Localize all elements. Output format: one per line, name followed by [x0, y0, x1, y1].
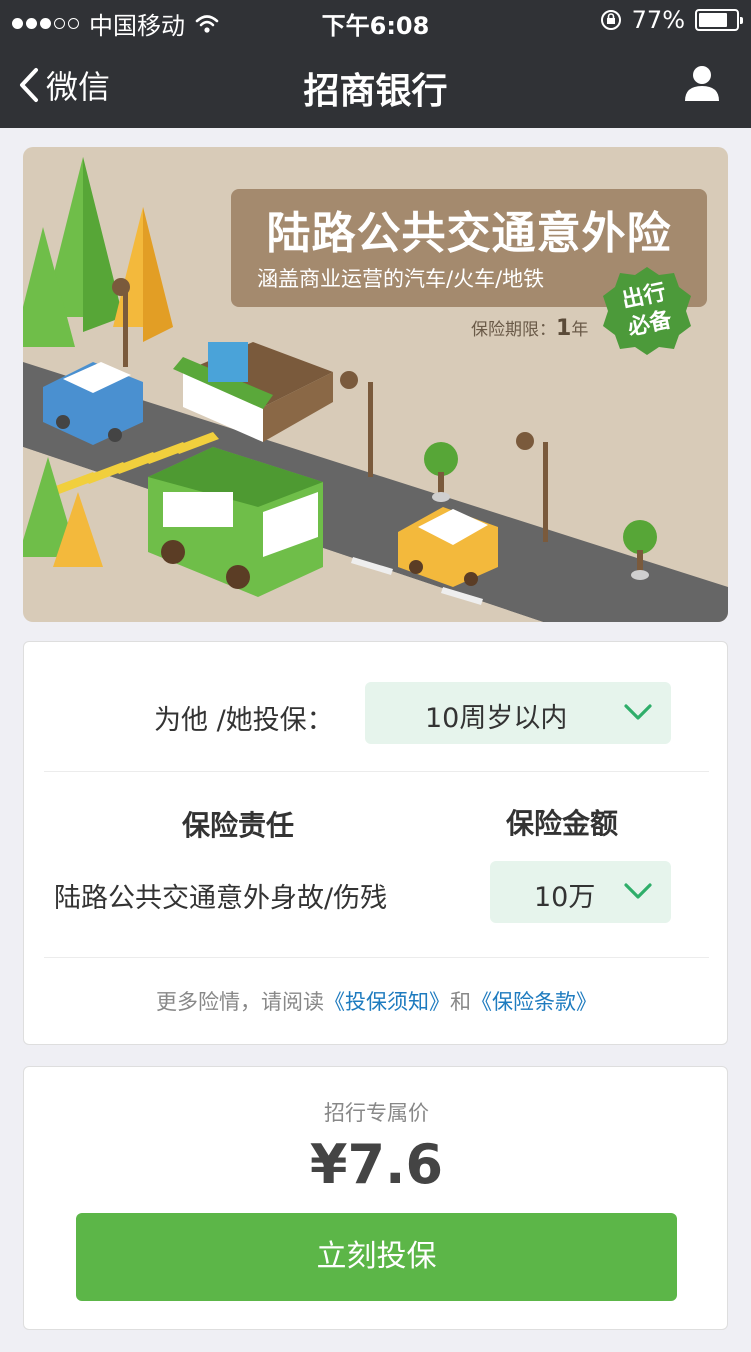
age-select-value: 10周岁以内 [425, 703, 568, 734]
insurance-terms-link[interactable]: 《保险条款》 [471, 990, 597, 1014]
divider [44, 771, 709, 772]
price-value: ¥7.6 [309, 1133, 444, 1196]
coverage-item: 陆路公共交通意外身故/伤残 [54, 883, 388, 914]
notice-and: 和 [450, 990, 471, 1014]
notice-prefix: 更多险情，请阅读 [156, 990, 324, 1014]
insurance-form-card: 为他 /她投保： 10周岁以内 保险责任 保险金额 陆路公共交通意外身故/伤残 … [23, 641, 728, 1045]
battery-fill [699, 13, 727, 27]
amount-select[interactable]: 10万 [490, 861, 671, 923]
period-value: 1 [556, 316, 572, 341]
nav-bar: 微信 招商银行 [0, 40, 751, 128]
amount-column-header: 保险金额 [506, 807, 619, 840]
price-card: 招行专属价 ¥7.6 立刻投保 [23, 1066, 728, 1330]
insurance-notice-link[interactable]: 《投保须知》 [324, 990, 450, 1014]
price-label: 招行专属价 [324, 1101, 429, 1125]
chevron-down-icon [624, 883, 652, 899]
banner-period: 保险期限：1年 [471, 315, 588, 341]
insured-person-label: 为他 /她投保： [154, 705, 334, 736]
rotation-lock-icon [600, 10, 621, 30]
promo-banner: 陆路公共交通意外险 涵盖商业运营的汽车/火车/地铁 保险期限：1年 出行 必备 [23, 147, 728, 622]
page-title: 招商银行 [303, 71, 448, 112]
period-label: 保险期限： [471, 320, 556, 340]
status-bar-right: 77% [600, 6, 743, 34]
policy-notice: 更多险情，请阅读《投保须知》和《保险条款》 [24, 986, 729, 1016]
battery-percent: 77% [631, 6, 685, 34]
banner-badge: 出行 必备 [601, 265, 693, 357]
profile-button[interactable] [683, 64, 721, 106]
age-select[interactable]: 10周岁以内 [365, 682, 671, 744]
period-unit: 年 [571, 320, 589, 340]
banner-title: 陆路公共交通意外险 [266, 208, 672, 259]
battery-icon [695, 9, 743, 31]
divider [44, 957, 709, 958]
user-icon [685, 66, 719, 101]
amount-select-value: 10万 [534, 882, 596, 913]
buy-insurance-button[interactable]: 立刻投保 [76, 1213, 677, 1301]
status-bar: 中国移动 下午6:08 77% [0, 0, 751, 40]
coverage-column-header: 保险责任 [182, 809, 295, 842]
chevron-down-icon [624, 704, 652, 720]
